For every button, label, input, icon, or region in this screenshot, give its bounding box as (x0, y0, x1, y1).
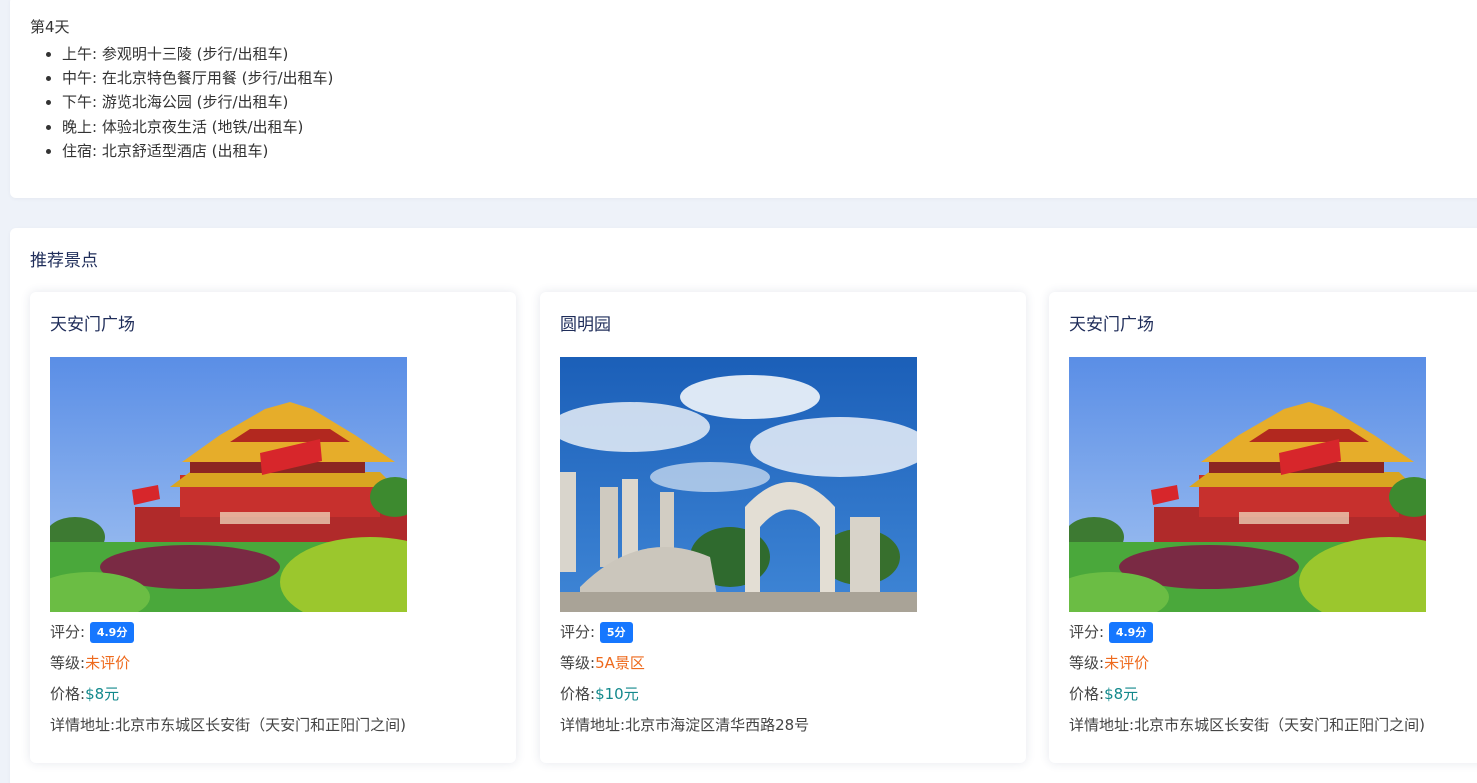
address-value: 北京市海淀区清华西路28号 (625, 716, 810, 734)
address-row: 详情地址:北京市东城区长安街（天安门和正阳门之间) (50, 714, 406, 735)
level-label: 等级: (560, 654, 596, 672)
day-title: 第4天 (30, 18, 70, 36)
level-value: 未评价 (85, 654, 131, 672)
price-value: $8元 (1104, 685, 1139, 703)
score-label: 评分: (50, 623, 86, 641)
level-label: 等级: (1069, 654, 1105, 672)
attraction-name[interactable]: 天安门广场 (50, 310, 135, 335)
attraction-image[interactable] (50, 357, 407, 612)
score-row: 评分: 4.9分 (1069, 621, 1154, 643)
score-row: 评分: 4.9分 (50, 621, 135, 643)
price-value: $8元 (85, 685, 120, 703)
price-row: 价格:$8元 (1069, 683, 1138, 704)
activity-item: 下午: 游览北海公园 (步行/出租车) (62, 90, 333, 114)
level-row: 等级:5A景区 (560, 652, 645, 673)
score-badge: 5分 (599, 622, 633, 643)
attraction-card[interactable]: 天安门广场 评分: 4.9分 等级:未评价 价格:$8元 详情地址:北京市东城区… (1049, 292, 1477, 763)
address-value: 北京市东城区长安街（天安门和正阳门之间) (1134, 716, 1425, 734)
day-itinerary-panel: 第4天 上午: 参观明十三陵 (步行/出租车) 中午: 在北京特色餐厅用餐 (步… (10, 0, 1477, 198)
address-label: 详情地址: (560, 716, 626, 734)
address-row: 详情地址:北京市海淀区清华西路28号 (560, 714, 809, 735)
price-label: 价格: (1069, 685, 1105, 703)
score-label: 评分: (560, 623, 596, 641)
recommended-attractions-panel: 推荐景点 天安门广场 评分: 4.9分 等级:未评价 价格:$8元 详情地址:北… (10, 228, 1477, 783)
attraction-image[interactable] (1069, 357, 1426, 612)
level-value: 5A景区 (595, 654, 645, 672)
price-label: 价格: (50, 685, 86, 703)
activity-item: 中午: 在北京特色餐厅用餐 (步行/出租车) (62, 66, 333, 90)
address-label: 详情地址: (1069, 716, 1135, 734)
activity-item: 住宿: 北京舒适型酒店 (出租车) (62, 139, 333, 163)
price-row: 价格:$10元 (560, 683, 639, 704)
level-row: 等级:未评价 (50, 652, 130, 673)
attraction-name[interactable]: 圆明园 (560, 310, 611, 335)
level-row: 等级:未评价 (1069, 652, 1149, 673)
score-badge: 4.9分 (89, 622, 135, 643)
attraction-card[interactable]: 圆明园 评分: 5分 等级:5A景区 价格:$10元 详情地址:北京市海淀区清华… (540, 292, 1026, 763)
address-row: 详情地址:北京市东城区长安街（天安门和正阳门之间) (1069, 714, 1425, 735)
attraction-image[interactable] (560, 357, 917, 612)
level-value: 未评价 (1104, 654, 1150, 672)
activity-item: 晚上: 体验北京夜生活 (地铁/出租车) (62, 115, 333, 139)
score-row: 评分: 5分 (560, 621, 633, 643)
price-row: 价格:$8元 (50, 683, 119, 704)
price-label: 价格: (560, 685, 596, 703)
section-title: 推荐景点 (30, 251, 98, 271)
address-value: 北京市东城区长安街（天安门和正阳门之间) (115, 716, 406, 734)
score-badge: 4.9分 (1108, 622, 1154, 643)
attraction-card[interactable]: 天安门广场 评分: 4.9分 等级:未评价 价格:$8元 详情地址:北京市东城区… (30, 292, 516, 763)
day-activity-list: 上午: 参观明十三陵 (步行/出租车) 中午: 在北京特色餐厅用餐 (步行/出租… (62, 42, 333, 163)
address-label: 详情地址: (50, 716, 116, 734)
activity-item: 上午: 参观明十三陵 (步行/出租车) (62, 42, 333, 66)
price-value: $10元 (595, 685, 639, 703)
score-label: 评分: (1069, 623, 1105, 641)
attraction-name[interactable]: 天安门广场 (1069, 310, 1154, 335)
level-label: 等级: (50, 654, 86, 672)
